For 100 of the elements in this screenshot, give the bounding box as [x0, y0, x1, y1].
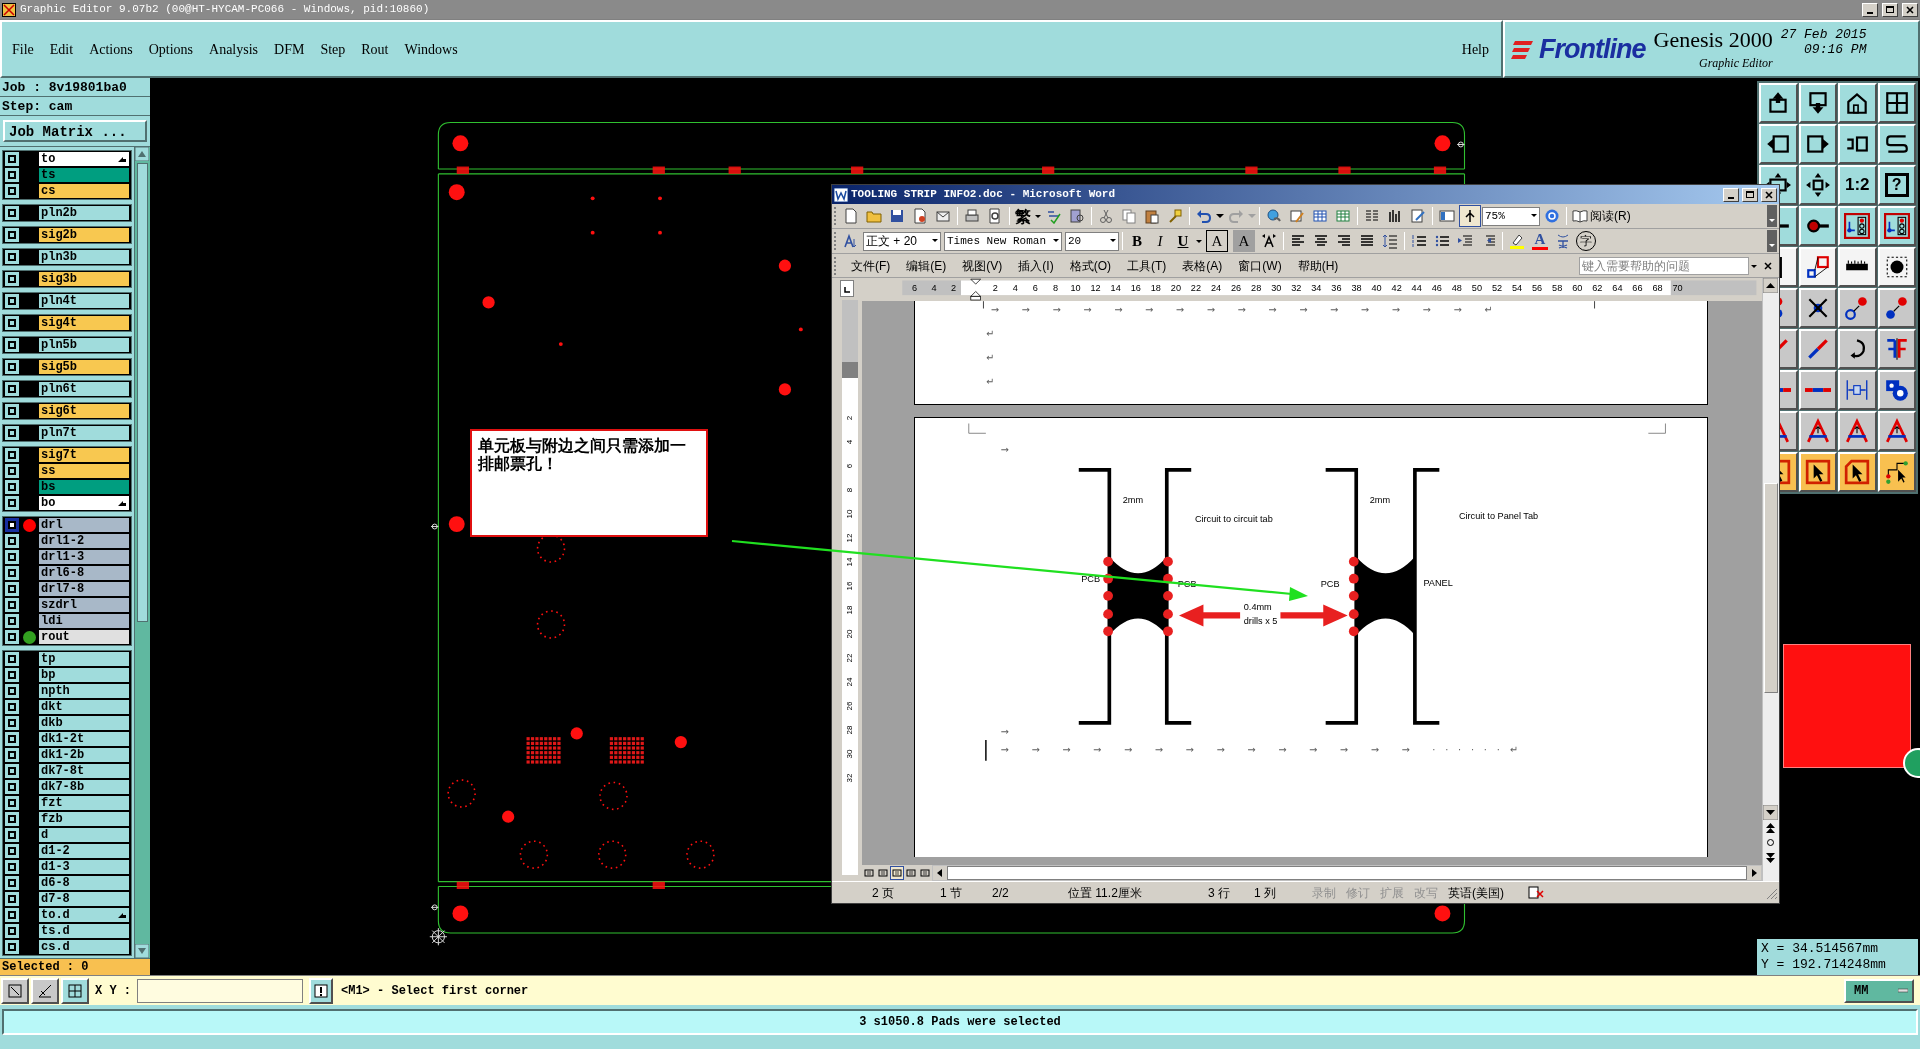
traditional-chinese-button[interactable]: 繁 — [1013, 205, 1033, 227]
underline-button[interactable]: U — [1172, 230, 1194, 252]
layer-item[interactable]: d7-8 — [39, 892, 129, 906]
job-matrix-button[interactable]: Job Matrix ... — [3, 120, 147, 142]
ruler-number: 46 — [1431, 283, 1442, 294]
layer-item[interactable]: to — [39, 152, 129, 166]
layer-item[interactable]: pln5b — [39, 338, 129, 352]
layer-item[interactable]: d — [39, 828, 129, 842]
layer-item[interactable]: cs — [39, 184, 129, 198]
layer-item[interactable]: d1-3 — [39, 860, 129, 874]
layer-item[interactable]: drl — [39, 518, 129, 532]
diagram-label: drills x 5 — [1243, 616, 1278, 627]
layer-item[interactable]: bs — [39, 480, 129, 494]
ruler-number: 70 — [1672, 283, 1683, 294]
layer-item[interactable]: bo — [39, 496, 129, 510]
layer-item[interactable]: to.d — [39, 908, 129, 922]
layer-item[interactable]: dkt — [39, 700, 129, 714]
ruler-number: 4 — [845, 439, 855, 445]
ruler-number: 12 — [845, 533, 855, 543]
layer-item[interactable]: rout — [39, 630, 129, 644]
layer-item[interactable]: cs.d — [39, 940, 129, 954]
y-coordinate: Y = 192.714248mm — [1761, 957, 1887, 973]
tool-button[interactable]: ? — [1877, 165, 1916, 205]
menu-item[interactable]: 编辑(E) — [898, 256, 955, 275]
character-shading-button[interactable]: A — [1233, 230, 1255, 252]
layer-item[interactable]: d6-8 — [39, 876, 129, 890]
layer-item[interactable]: dk7-8b — [39, 780, 129, 794]
layer-item[interactable]: sig4t — [39, 316, 129, 330]
zoom-dropdown[interactable]: 75% — [1482, 206, 1540, 226]
layer-item[interactable]: ss — [39, 464, 129, 478]
font-size-dropdown[interactable]: 20 — [1065, 231, 1119, 251]
ruler-number: 10 — [1070, 283, 1081, 294]
layer-item[interactable]: ldi — [39, 614, 129, 628]
layer-item[interactable]: dk1-2t — [39, 732, 129, 746]
help-menu[interactable]: Help — [1461, 38, 1489, 60]
character-border-button[interactable]: A — [1206, 230, 1228, 252]
layer-item[interactable]: szdrl — [39, 598, 129, 612]
layer-item[interactable]: tp — [39, 652, 129, 666]
layer-item[interactable]: bp — [39, 668, 129, 682]
layer-item[interactable]: sig6t — [39, 404, 129, 418]
layer-item[interactable]: sig5b — [39, 360, 129, 374]
layer-item[interactable]: d1-2 — [39, 844, 129, 858]
menu-item[interactable]: Windows — [404, 38, 458, 60]
bold-button[interactable]: B — [1126, 230, 1148, 252]
units-dropdown[interactable]: MM — [1844, 978, 1914, 1003]
layer-item[interactable]: npth — [39, 684, 129, 698]
menu-item[interactable]: 帮助(H) — [1289, 256, 1347, 275]
layer-item[interactable]: pln4t — [39, 294, 129, 308]
layer-item[interactable]: drl6-8 — [39, 566, 129, 580]
ruler-number: 4 — [931, 283, 937, 294]
ruler-number: 54 — [1511, 283, 1523, 294]
status-field: 1 列 — [1254, 883, 1312, 902]
menu-item[interactable]: Actions — [89, 38, 133, 60]
style-dropdown[interactable]: 正文 + 20 — [863, 231, 941, 251]
diagram-label: Circuit to circuit tab — [1194, 514, 1273, 525]
layer-item[interactable]: dk7-8t — [39, 764, 129, 778]
menu-item[interactable]: Analysis — [209, 38, 259, 60]
layer-item[interactable]: dk1-2b — [39, 748, 129, 762]
menu-item[interactable]: File — [12, 38, 34, 60]
layer-item[interactable]: drl1-2 — [39, 534, 129, 548]
layer-item[interactable]: pln3b — [39, 250, 129, 264]
menu-item[interactable]: 窗口(W) — [1230, 256, 1290, 275]
diagram-label: 2mm — [1369, 495, 1391, 506]
menu-item[interactable]: 视图(V) — [954, 256, 1011, 275]
ruler-number: 22 — [845, 653, 855, 663]
menu-item[interactable]: 格式(O) — [1061, 256, 1119, 275]
layer-item[interactable]: sig2b — [39, 228, 129, 242]
ruler-number: 26 — [845, 701, 855, 711]
layer-item[interactable]: sig3b — [39, 272, 129, 286]
read-mode-button[interactable]: 阅读(R) — [1570, 205, 1633, 227]
font-dropdown[interactable]: Times New Roman — [944, 231, 1062, 251]
font-color-button[interactable]: A — [1529, 230, 1551, 252]
diagram-label: PCB — [1320, 579, 1340, 590]
menu-item[interactable]: Step — [320, 38, 346, 60]
layer-item[interactable]: fzt — [39, 796, 129, 810]
layer-item[interactable]: fzb — [39, 812, 129, 826]
ruler-number: 14 — [845, 557, 855, 567]
ruler-number: 32 — [845, 773, 855, 783]
menu-item[interactable]: Rout — [361, 38, 389, 60]
menu-item[interactable]: DFM — [274, 38, 305, 60]
tool-button[interactable]: 1:2 — [1838, 165, 1877, 205]
help-search-field[interactable]: 键入需要帮助的问题 — [1579, 256, 1749, 275]
layer-item[interactable]: drl7-8 — [39, 582, 129, 596]
word-window-title: TOOLING STRIP INFO2.doc - Microsoft Word — [851, 187, 1117, 203]
menu-item[interactable]: 工具(T) — [1119, 256, 1175, 275]
italic-button[interactable]: I — [1149, 230, 1171, 252]
layer-item[interactable]: drl1-3 — [39, 550, 129, 564]
menu-item[interactable]: Options — [148, 38, 194, 60]
layer-item[interactable]: pln7t — [39, 426, 129, 440]
menu-item[interactable]: 表格(A) — [1174, 256, 1231, 275]
menu-item[interactable]: 文件(F) — [843, 256, 899, 275]
layer-item[interactable]: sig7t — [39, 448, 129, 462]
layer-item[interactable]: ts — [39, 168, 129, 182]
layer-item[interactable]: pln6t — [39, 382, 129, 396]
menu-item[interactable]: 插入(I) — [1010, 256, 1062, 275]
status-field: 位置 11.2厘米 — [1058, 883, 1208, 902]
layer-item[interactable]: dkb — [39, 716, 129, 730]
layer-item[interactable]: ts.d — [39, 924, 129, 938]
layer-item[interactable]: pln2b — [39, 206, 129, 220]
menu-item[interactable]: Edit — [49, 38, 74, 60]
